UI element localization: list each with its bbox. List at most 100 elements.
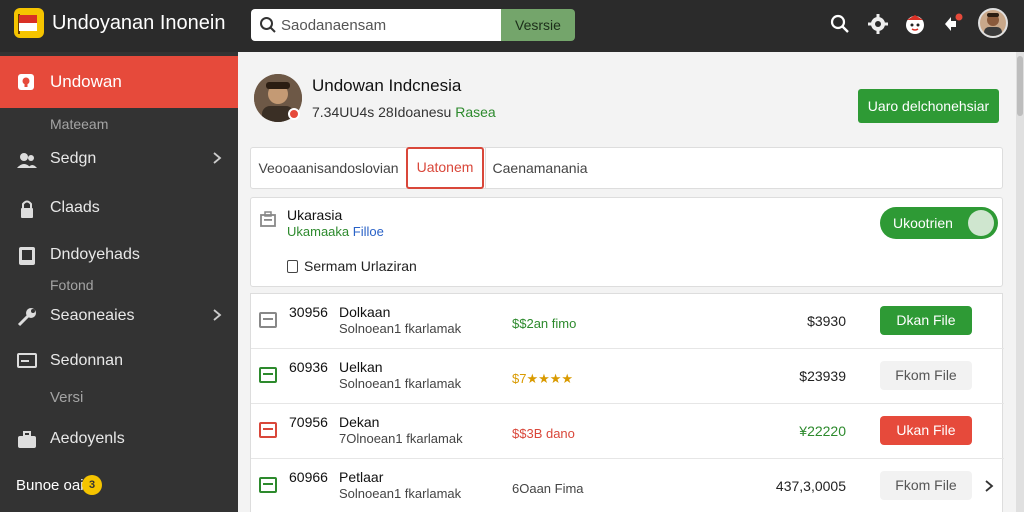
row-price: 437,3,0005	[775, 478, 846, 494]
monitor-icon	[17, 353, 37, 368]
row-action-button[interactable]: Ukan File	[880, 416, 972, 445]
row-description: 7Olnoean1 fkarlamak	[339, 431, 463, 446]
row-number: 60936	[289, 359, 328, 375]
app-logo[interactable]	[14, 8, 44, 38]
briefcase-icon	[18, 431, 36, 448]
main-content: Undowan Indcnesia 7.34UU4s 28Idoanesu Ra…	[238, 52, 1024, 512]
lock-icon	[21, 200, 33, 218]
sidebar-item-users[interactable]: Sedgn	[0, 139, 238, 179]
app-title: Undoyanan Inonein	[52, 12, 226, 34]
tools-icon	[17, 308, 36, 327]
settings-icon[interactable]	[866, 12, 890, 36]
file-icon	[259, 477, 277, 493]
user-avatar-image	[984, 13, 1002, 36]
checkbox[interactable]	[287, 260, 298, 273]
profile-meta: 7.34UU4s 28Idoanesu Rasea	[312, 104, 496, 120]
home-icon	[18, 74, 34, 90]
top-bar: Undoyanan Inonein Vesrsie	[0, 0, 1024, 52]
file-icon	[259, 367, 277, 383]
chevron-right-icon[interactable]	[982, 479, 996, 493]
document-icon	[260, 211, 276, 227]
row-rating: $7★★★★	[512, 371, 574, 386]
chevron-right-icon	[213, 309, 222, 321]
notification-icon[interactable]	[941, 12, 965, 36]
sidebar-item-label: Seaoneaies	[50, 307, 135, 324]
search-input[interactable]	[281, 9, 496, 41]
row-number: 70956	[289, 414, 328, 430]
search-button[interactable]: Vesrsie	[501, 9, 575, 41]
sidebar-item-tools[interactable]: Seaoneaies	[0, 296, 238, 336]
file-icon	[259, 422, 277, 438]
sidebar-item-tablet[interactable]: Dndoyehads	[0, 235, 238, 275]
chevron-right-icon	[213, 152, 222, 164]
search-icon[interactable]	[828, 12, 852, 36]
sidebar-item-label: Undowan	[50, 72, 122, 91]
primary-action-button[interactable]: Uaro delchonehsiar	[858, 89, 999, 123]
row-price: $3930	[807, 313, 846, 329]
tab-settings[interactable]: Caenamanania	[485, 148, 595, 188]
scrollbar[interactable]	[1016, 52, 1024, 512]
tablet-icon	[19, 247, 35, 265]
row-status: $$2an fimo	[512, 316, 577, 331]
table-row[interactable]: 30956 Dolkaan Solnoean1 fkarlamak $$2an …	[251, 294, 1004, 349]
sidebar-item-home[interactable]: Undowan	[0, 56, 238, 108]
file-icon	[259, 312, 277, 328]
card-subtitle-text: Ukamaaka	[287, 224, 350, 239]
row-name: Dolkaan	[339, 304, 391, 320]
row-status: 6Oaan Fima	[512, 481, 584, 496]
sidebar-item-lock[interactable]: Claads	[0, 188, 238, 228]
status-badge	[288, 108, 300, 120]
sidebar-item-monitor[interactable]: Sedonnan	[0, 341, 238, 381]
row-number: 30956	[289, 304, 328, 320]
row-status: $$3B dano	[512, 426, 575, 441]
profile-meta-text: 7.34UU4s 28Idoanesu	[312, 104, 452, 120]
row-description: Solnoean1 fkarlamak	[339, 486, 462, 501]
file-list: 30956 Dolkaan Solnoean1 fkarlamak $$2an …	[250, 293, 1004, 512]
row-action-button[interactable]: Fkom File	[880, 471, 972, 500]
info-card: Ukarasia Ukamaaka Filloe Ukootrien Serma…	[250, 197, 1003, 287]
table-row[interactable]: 60936 Uelkan Solnoean1 fkarlamak $7★★★★ …	[251, 349, 1004, 404]
toggle-label: Ukootrien	[893, 215, 953, 231]
row-action-button[interactable]: Dkan File	[880, 306, 972, 335]
sidebar-item-label: Claads	[50, 199, 100, 216]
profile-meta-status: Rasea	[455, 104, 496, 120]
card-subtitle: Ukamaaka Filloe	[287, 224, 384, 239]
sidebar-item-label: Sedgn	[50, 150, 97, 167]
sidebar-item-briefcase[interactable]: Aedoyenls	[0, 419, 238, 459]
scrollbar-thumb[interactable]	[1017, 56, 1023, 116]
row-price: $23939	[799, 368, 846, 384]
row-price: ¥22220	[799, 423, 846, 439]
sidebar: Undowan Mateeam Sedgn Claads Dndoyehads …	[0, 52, 238, 512]
checkbox-label: Sermam Urlaziran	[304, 258, 417, 274]
sidebar-subheading: Mateeam	[50, 116, 109, 132]
sidebar-item-label: Dndoyehads	[50, 246, 140, 263]
mascot-icon[interactable]	[903, 12, 927, 36]
row-description: Solnoean1 fkarlamak	[339, 321, 462, 336]
row-name: Uelkan	[339, 359, 383, 375]
search-icon	[260, 17, 276, 33]
sidebar-subheading: Fotond	[50, 277, 94, 293]
file-link[interactable]: Filloe	[353, 224, 384, 239]
card-title: Ukarasia	[287, 207, 343, 223]
row-number: 60966	[289, 469, 328, 485]
sidebar-footer-badge[interactable]: 3	[82, 475, 102, 495]
sidebar-item-label: Sedonnan	[50, 352, 123, 369]
checkbox-option[interactable]: Sermam Urlaziran	[287, 258, 417, 274]
toggle-knob	[968, 210, 994, 236]
tab-overview[interactable]: Veooaanisandoslovian	[251, 148, 406, 188]
table-row[interactable]: 70956 Dekan 7Olnoean1 fkarlamak $$3B dan…	[251, 404, 1004, 459]
row-action-button[interactable]: Fkom File	[880, 361, 972, 390]
users-icon	[17, 153, 37, 168]
row-name: Dekan	[339, 414, 380, 430]
sidebar-subheading: Versi	[50, 389, 84, 406]
user-avatar[interactable]	[978, 8, 1008, 38]
row-name: Petlaar	[339, 469, 384, 485]
search-box	[251, 9, 501, 41]
toggle-button[interactable]: Ukootrien	[880, 207, 998, 239]
table-row[interactable]: 60966 Petlaar Solnoean1 fkarlamak 6Oaan …	[251, 459, 1004, 512]
sidebar-item-label: Aedoyenls	[50, 430, 125, 447]
tab-bar: Veooaanisandoslovian Uatonem Caenamanani…	[250, 147, 1003, 189]
profile-name: Undowan Indcnesia	[312, 76, 462, 95]
tab-active[interactable]: Uatonem	[406, 147, 484, 189]
row-description: Solnoean1 fkarlamak	[339, 376, 462, 391]
